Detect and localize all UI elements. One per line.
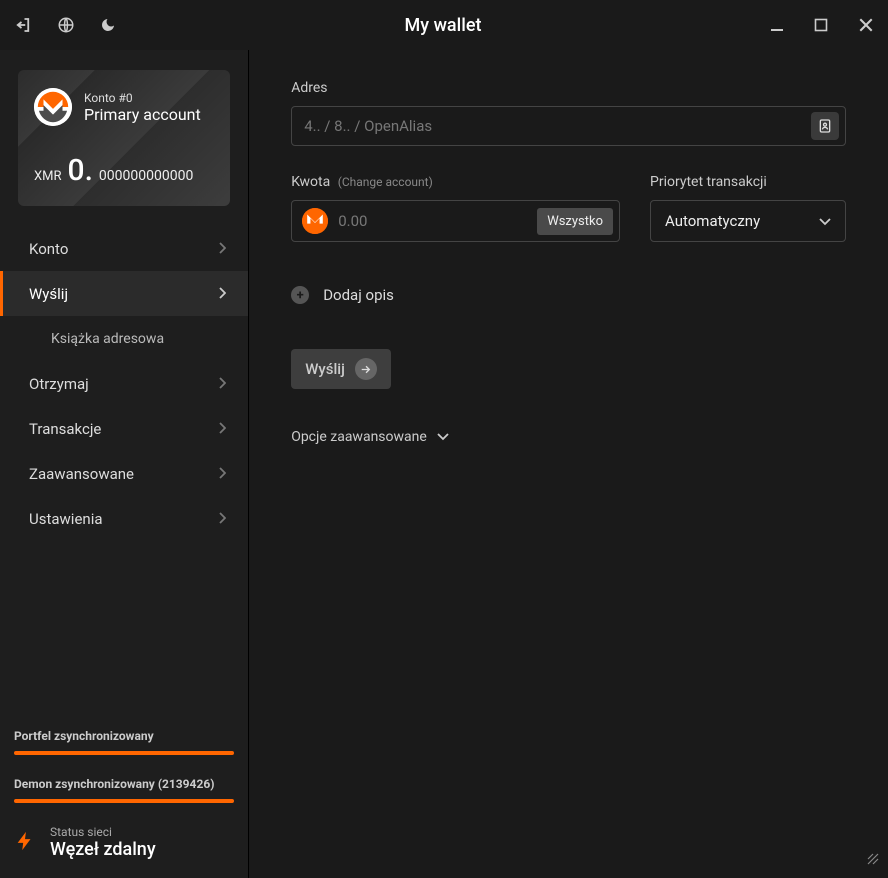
lightning-icon — [14, 826, 36, 860]
sidebar-item-ustawienia[interactable]: Ustawienia — [0, 496, 248, 541]
account-card[interactable]: Konto #0 Primary account XMR 0. 00000000… — [18, 70, 230, 206]
sidebar-item-label: Ustawienia — [29, 510, 103, 528]
sidebar-item-wyslij[interactable]: Wyślij — [0, 271, 248, 316]
chevron-right-icon — [218, 465, 226, 483]
window-title: My wallet — [116, 15, 770, 36]
priority-select[interactable]: Automatyczny — [650, 200, 846, 242]
balance-integer: 0. — [68, 153, 93, 188]
sidebar-item-label: Zaawansowane — [29, 465, 134, 483]
advanced-options-label: Opcje zaawansowane — [291, 429, 427, 445]
close-icon[interactable] — [858, 17, 874, 33]
chevron-right-icon — [218, 510, 226, 528]
change-account-link[interactable]: (Change account) — [338, 175, 433, 189]
sidebar-item-konto[interactable]: Konto — [0, 226, 248, 271]
sidebar-item-label: Wyślij — [29, 285, 68, 303]
priority-value: Automatyczny — [665, 212, 760, 230]
globe-icon[interactable] — [57, 16, 75, 34]
main-panel: Adres Kwota (Change account) Wszystko — [249, 50, 888, 878]
sidebar-item-zaawansowane[interactable]: Zaawansowane — [0, 451, 248, 496]
sidebar-item-otrzymaj[interactable]: Otrzymaj — [0, 361, 248, 406]
amount-input[interactable] — [338, 212, 537, 230]
chevron-right-icon — [218, 420, 226, 438]
wallet-sync-progress — [14, 751, 234, 755]
resize-handle-icon[interactable] — [866, 851, 880, 870]
balance-currency: XMR — [34, 169, 62, 184]
monero-icon — [302, 208, 328, 234]
daemon-sync-label: Demon zsynchronizowany (2139426) — [14, 777, 234, 791]
sidebar-item-label: Książka adresowa — [51, 331, 164, 347]
chevron-down-icon — [437, 429, 449, 445]
add-description-label: Dodaj opis — [323, 286, 394, 304]
account-name: Primary account — [84, 105, 201, 124]
amount-label: Kwota — [291, 174, 330, 190]
chevron-right-icon — [218, 240, 226, 258]
account-number: Konto #0 — [84, 91, 201, 105]
all-amount-button[interactable]: Wszystko — [537, 208, 613, 235]
wallet-sync-label: Portfel zsynchronizowany — [14, 729, 234, 743]
arrow-right-circle-icon — [355, 358, 377, 380]
sidebar-item-label: Transakcje — [29, 420, 101, 438]
chevron-right-icon — [218, 375, 226, 393]
theme-moon-icon[interactable] — [100, 17, 116, 33]
chevron-down-icon — [819, 212, 831, 230]
minimize-icon[interactable] — [770, 18, 784, 32]
address-book-button[interactable] — [811, 112, 839, 140]
sidebar-item-label: Konto — [29, 240, 68, 258]
send-button-label: Wyślij — [305, 360, 345, 378]
address-input[interactable] — [304, 117, 811, 135]
network-status-label: Status sieci — [50, 825, 156, 839]
maximize-icon[interactable] — [814, 18, 828, 32]
send-button[interactable]: Wyślij — [291, 349, 391, 389]
sidebar-item-ksiazka-adresowa[interactable]: Książka adresowa — [0, 316, 248, 361]
network-status-value: Węzeł zdalny — [50, 839, 156, 860]
plus-circle-icon: + — [291, 286, 309, 304]
advanced-options-toggle[interactable]: Opcje zaawansowane — [291, 429, 846, 445]
priority-label: Priorytet transakcji — [650, 174, 846, 190]
add-description-button[interactable]: + Dodaj opis — [291, 286, 846, 304]
address-label: Adres — [291, 80, 846, 96]
balance-fraction: 000000000000 — [99, 168, 193, 184]
daemon-sync-progress — [14, 799, 234, 803]
sidebar-item-transakcje[interactable]: Transakcje — [0, 406, 248, 451]
chevron-right-icon — [218, 285, 226, 303]
sidebar-item-label: Otrzymaj — [29, 375, 89, 393]
monero-logo-icon — [34, 88, 72, 126]
sidebar: Konto #0 Primary account XMR 0. 00000000… — [0, 50, 249, 878]
logout-icon[interactable] — [14, 16, 32, 34]
